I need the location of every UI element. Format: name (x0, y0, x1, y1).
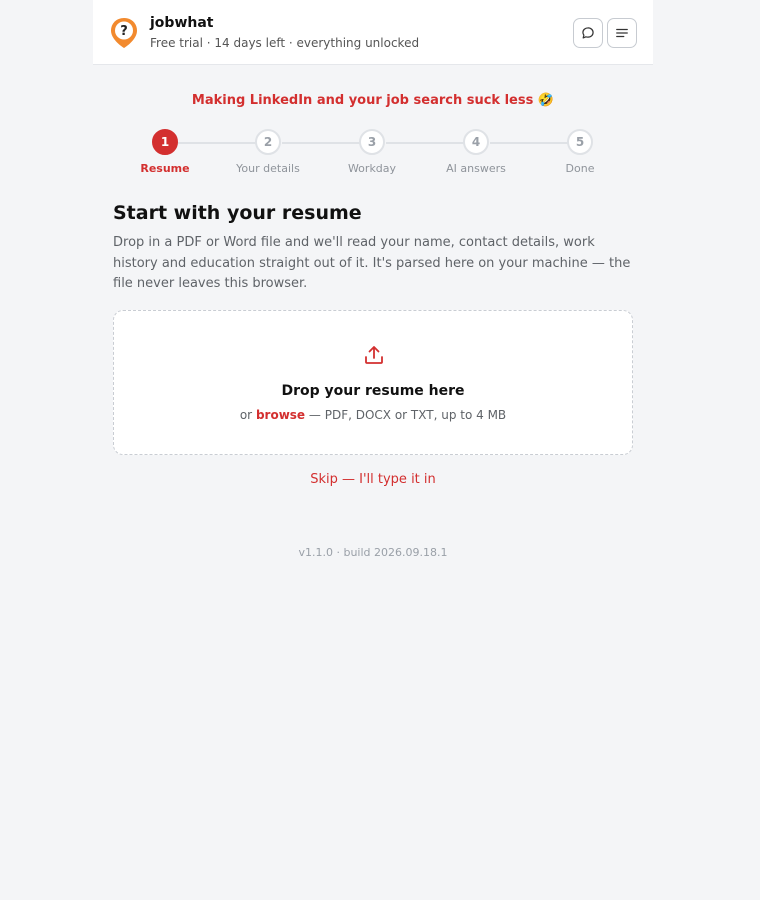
menu-icon (616, 28, 628, 38)
step-resume[interactable]: 1 Resume (115, 129, 215, 175)
step-label: Done (565, 162, 595, 175)
dropzone-hint-formats: — PDF, DOCX or TXT, up to 4 MB (308, 408, 507, 422)
step-number: 2 (255, 129, 281, 155)
page-description: Drop in a PDF or Word file and we'll rea… (113, 235, 631, 291)
step-number: 1 (152, 129, 178, 155)
browse-link[interactable]: browse (256, 408, 305, 422)
step-workday[interactable]: 3 Workday (322, 129, 422, 175)
step-label: Workday (347, 162, 397, 175)
dropzone-title: Drop your resume here (281, 383, 465, 399)
dropzone-hint-prefix: or (239, 408, 253, 422)
step-your-details[interactable]: 2 Your details (218, 129, 318, 175)
chat-bubble-icon (582, 27, 594, 39)
skip-link[interactable]: Skip — I'll type it in (93, 472, 653, 487)
step-label: Your details (236, 162, 300, 175)
step-number: 3 (359, 129, 385, 155)
progress-stepper: 1 Resume 2 Your details 3 Workday 4 AI a… (93, 129, 653, 179)
step-done[interactable]: 5 Done (530, 129, 630, 175)
dropzone-hint: or browse — PDF, DOCX or TXT, up to 4 MB (114, 408, 632, 422)
step-label: Resume (140, 162, 190, 175)
chat-button[interactable] (573, 18, 603, 48)
step-number: 5 (567, 129, 593, 155)
menu-button[interactable] (607, 18, 637, 48)
app-name: jobwhat (150, 15, 214, 31)
step-label: AI answers (446, 162, 506, 175)
tagline: Making LinkedIn and your job search suck… (191, 93, 555, 108)
svg-text:?: ? (120, 24, 128, 39)
logo-icon: ? (111, 18, 137, 48)
trial-status: Free trial · 14 days left · everything u… (150, 36, 420, 50)
page-title: Start with your resume (113, 202, 362, 224)
step-number: 4 (463, 129, 489, 155)
resume-dropzone[interactable]: Drop your resume here or browse — PDF, D… (113, 310, 633, 455)
version-info: v1.1.0 · build 2026.09.18.1 (298, 546, 448, 559)
step-ai-answers[interactable]: 4 AI answers (426, 129, 526, 175)
app-header: ? jobwhat Free trial · 14 days left · ev… (93, 0, 653, 65)
upload-icon (365, 346, 383, 364)
